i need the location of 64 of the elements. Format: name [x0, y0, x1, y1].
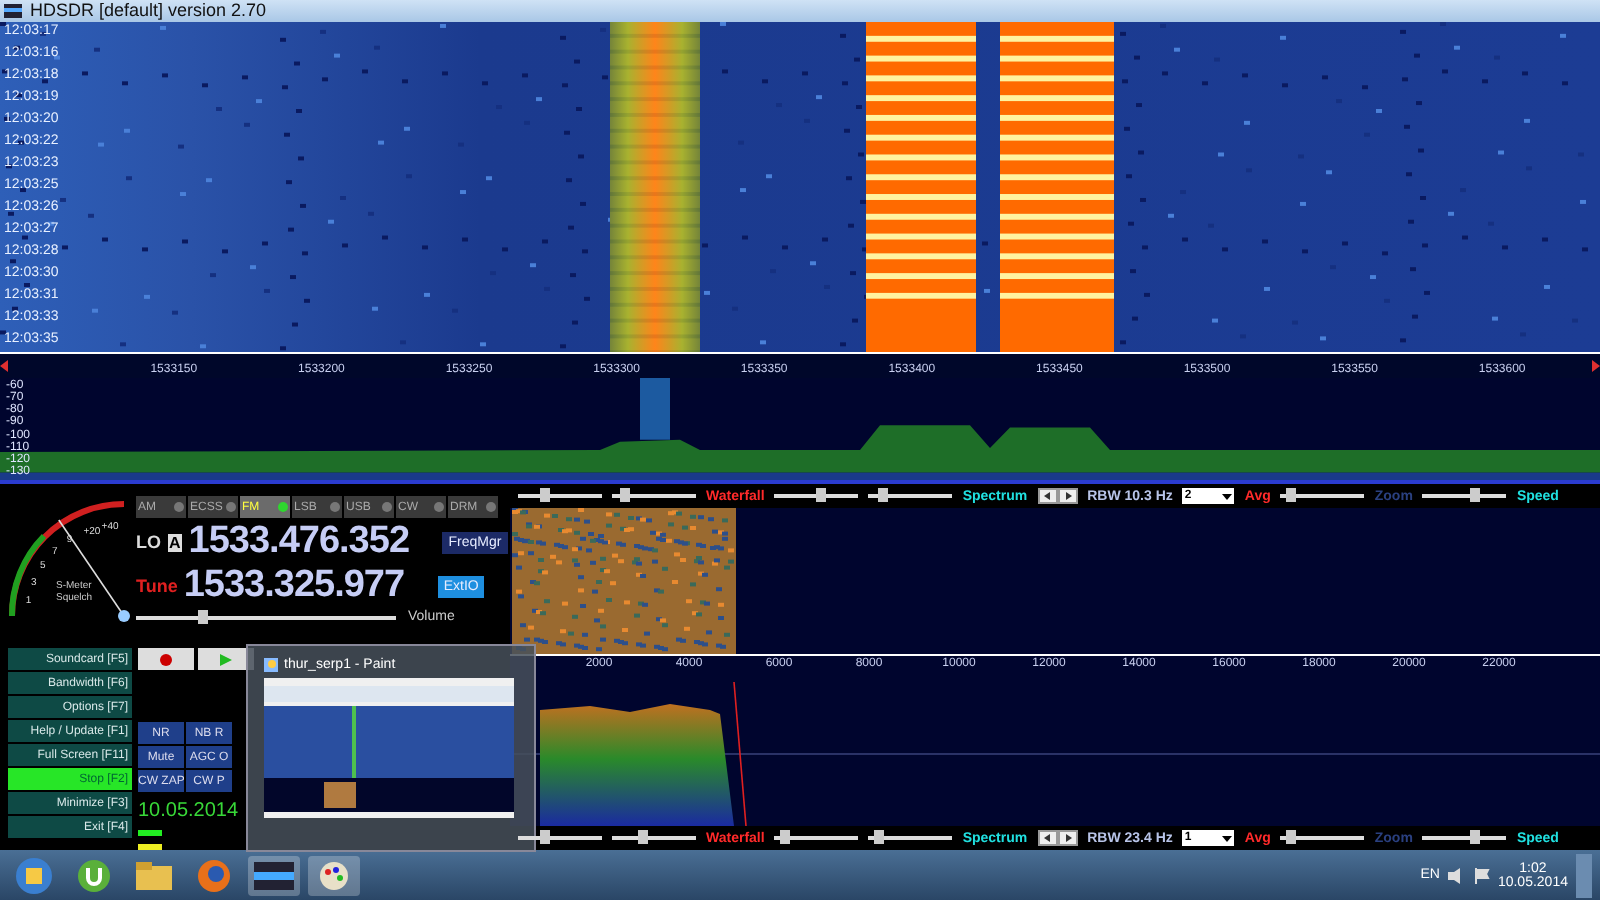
left-arrow-icon [1043, 492, 1052, 501]
knob-icon [174, 502, 184, 513]
knob-icon [278, 502, 288, 513]
level-bar [138, 844, 162, 851]
left-arrow-button[interactable] [1037, 830, 1058, 847]
lo-label: LO [136, 532, 161, 553]
record-icon [160, 653, 172, 666]
lo-frequency[interactable]: 1533.476.352 [188, 520, 425, 565]
slider-track[interactable] [612, 836, 696, 841]
slider-track[interactable] [518, 836, 602, 841]
knob-icon [382, 502, 392, 513]
right-arrow-icon [1063, 492, 1072, 501]
slider-thumb[interactable] [620, 488, 631, 503]
slider-thumb[interactable] [197, 609, 207, 624]
slider-track[interactable] [612, 494, 696, 499]
right-arrow-icon [1063, 834, 1072, 843]
right-arrow-icon [1592, 359, 1600, 372]
speaker-icon[interactable] [1447, 867, 1466, 884]
knob-icon [330, 502, 340, 513]
level-bar [138, 830, 162, 837]
knob-icon [434, 502, 444, 513]
slider-thumb[interactable] [539, 488, 550, 503]
dropdown-arrow-icon [1222, 835, 1233, 842]
slider-thumb[interactable] [877, 488, 888, 503]
vfo-label[interactable]: A [167, 533, 183, 552]
slider-track[interactable] [1280, 836, 1365, 841]
paint-palette-icon[interactable] [308, 855, 360, 896]
slider-track[interactable] [774, 836, 859, 841]
play-icon [220, 653, 232, 666]
slider-track[interactable] [136, 615, 396, 620]
tune-frequency[interactable]: 1533.325.977 [183, 564, 420, 609]
left-arrow-icon [1043, 834, 1052, 843]
knob-icon [486, 502, 496, 513]
right-arrow-button[interactable] [1057, 830, 1078, 847]
slider-thumb[interactable] [1285, 488, 1296, 503]
date-label: 10.05.2014 [138, 800, 239, 823]
slider-thumb[interactable] [873, 830, 883, 845]
dropdown-arrow-icon [1222, 493, 1233, 500]
slider-track[interactable] [868, 494, 953, 499]
slider-thumb[interactable] [1286, 830, 1297, 845]
right-arrow-button[interactable] [1057, 488, 1078, 505]
window-title: HDSDR [default] version 2.70 [30, 0, 267, 21]
left-arrow-icon [0, 359, 8, 372]
slider-thumb[interactable] [1469, 488, 1480, 503]
left-arrow-button[interactable] [1037, 488, 1058, 505]
tune-label: Tune [136, 576, 178, 597]
flag-icon[interactable] [1473, 867, 1490, 884]
slider-track[interactable] [518, 494, 602, 499]
slider-thumb[interactable] [539, 830, 550, 845]
app-icon [4, 3, 22, 18]
slider-thumb[interactable] [779, 830, 789, 845]
slider-thumb[interactable] [637, 830, 648, 845]
slider-track[interactable] [1280, 494, 1365, 499]
sdr-app-icon[interactable] [248, 855, 300, 896]
gauge-low-arc [9, 534, 47, 617]
slider-thumb[interactable] [816, 488, 827, 503]
slider-track[interactable] [1422, 836, 1507, 841]
slider-track[interactable] [774, 494, 859, 499]
slider-track[interactable] [1422, 494, 1507, 499]
knob-icon [226, 502, 236, 513]
record-button[interactable] [138, 648, 194, 671]
slider-track[interactable] [868, 836, 953, 841]
paint-icon [264, 658, 278, 673]
slider-thumb[interactable] [1469, 830, 1480, 845]
